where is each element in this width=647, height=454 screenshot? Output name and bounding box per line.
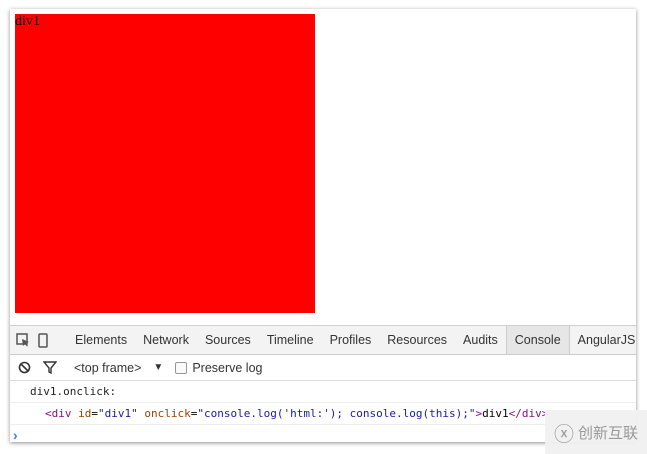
- close-tag: </div>: [508, 407, 549, 420]
- devtools-tabbar: Elements Network Sources Timeline Profil…: [10, 326, 636, 355]
- console-message-element[interactable]: <div id="div1" onclick="console.log('htm…: [10, 403, 636, 425]
- devtools-panel: Elements Network Sources Timeline Profil…: [10, 325, 636, 442]
- tab-timeline[interactable]: Timeline: [259, 326, 322, 354]
- tab-audits[interactable]: Audits: [455, 326, 506, 354]
- div1-text: div1: [15, 14, 40, 29]
- watermark-logo: ⓧ 创新互联: [545, 410, 647, 454]
- filter-icon[interactable]: [42, 360, 58, 376]
- device-mode-icon[interactable]: [38, 332, 48, 348]
- preserve-log-label: Preserve log: [192, 360, 263, 375]
- watermark-text: 创新互联: [577, 424, 638, 442]
- attr-name: id: [78, 407, 92, 420]
- attr-name: onclick: [144, 407, 191, 420]
- console-prompt[interactable]: ›: [10, 425, 636, 442]
- console-message: div1.onclick:: [10, 381, 636, 403]
- tab-network[interactable]: Network: [135, 326, 197, 354]
- inspect-element-icon[interactable]: [16, 332, 30, 348]
- inner-text: div1: [482, 407, 509, 420]
- div1-box[interactable]: div1: [15, 14, 315, 313]
- attr-value: "console.log('html:'); console.log(this)…: [197, 407, 476, 420]
- open-tag: <div: [45, 407, 72, 420]
- attr-value: "div1": [98, 407, 138, 420]
- tab-sources[interactable]: Sources: [197, 326, 259, 354]
- clear-console-icon[interactable]: [16, 360, 32, 376]
- tab-angularjs[interactable]: AngularJS: [570, 326, 636, 354]
- frame-select[interactable]: <top frame>: [74, 361, 141, 375]
- console-toolbar: <top frame> ▼ Preserve log: [10, 355, 636, 381]
- dropdown-arrow-icon[interactable]: ▼: [153, 362, 163, 373]
- tab-resources[interactable]: Resources: [379, 326, 455, 354]
- preserve-log-checkbox[interactable]: [175, 361, 188, 374]
- tab-profiles[interactable]: Profiles: [322, 326, 380, 354]
- tab-elements[interactable]: Elements: [67, 326, 135, 354]
- browser-window: div1 Elements Network Sources Timeline P…: [10, 9, 636, 442]
- tab-console[interactable]: Console: [505, 326, 570, 354]
